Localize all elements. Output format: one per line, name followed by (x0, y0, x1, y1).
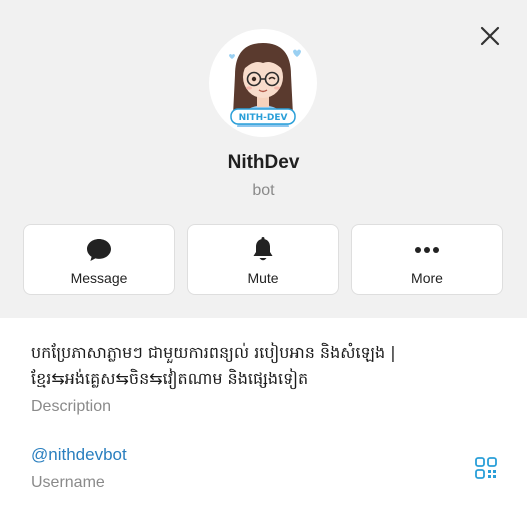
bio-line-2: ខ្មែរ⇆អង់គ្លេស⇆ចិន⇆វៀតណាម និងផ្សេងទៀត (31, 369, 309, 388)
avatar: NITH-DEV (209, 29, 317, 137)
message-button[interactable]: Message (23, 224, 175, 295)
more-button-label: More (411, 270, 443, 286)
username-label: Username (31, 474, 105, 491)
profile-name: NithDev (227, 152, 300, 173)
profile-header: NITH-DEV NithDev bot Message Mute More (0, 0, 527, 318)
username-link[interactable]: @nithdevbot (31, 445, 127, 465)
bio-label: Description (31, 398, 112, 415)
bio-text: បកប្រែភាសាភ្លាមៗ ជាមួយការពន្យល់ របៀបអាន … (31, 340, 501, 392)
close-button[interactable] (474, 20, 506, 52)
qr-code-icon (475, 457, 497, 479)
mute-button[interactable]: Mute (187, 224, 339, 295)
bio-line-1: បកប្រែភាសាភ្លាមៗ ជាមួយការពន្យល់ របៀបអាន … (31, 343, 396, 362)
more-button[interactable]: More (351, 224, 503, 295)
mute-button-label: Mute (247, 270, 279, 286)
profile-type: bot (252, 182, 275, 199)
avatar-badge-text: NITH-DEV (239, 113, 288, 123)
close-icon (480, 26, 500, 46)
bell-icon (253, 237, 273, 261)
more-dots-icon (415, 247, 439, 253)
message-button-label: Message (70, 270, 128, 286)
chat-bubble-icon (87, 239, 111, 261)
qr-code-button[interactable] (472, 454, 500, 482)
